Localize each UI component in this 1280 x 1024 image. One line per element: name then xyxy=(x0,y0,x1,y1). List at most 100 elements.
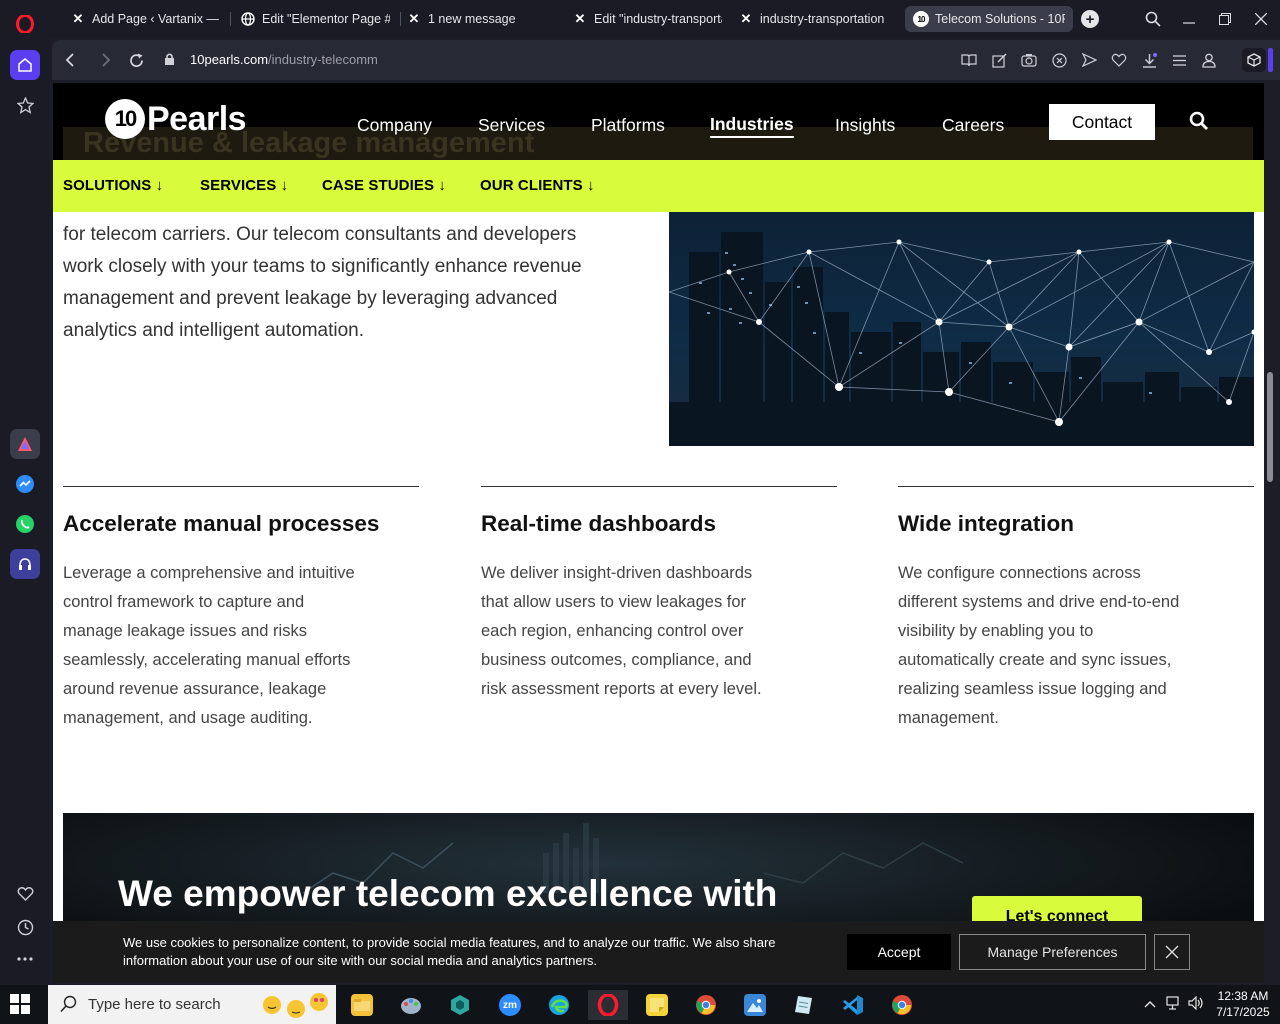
paint-icon[interactable] xyxy=(391,990,431,1020)
feature-line: management. xyxy=(898,709,999,727)
sticky-notes-icon[interactable] xyxy=(637,990,677,1020)
search-icon[interactable] xyxy=(1189,111,1211,133)
page-viewport: Revenue & leakage management 10 Pearls C… xyxy=(53,83,1264,983)
camera-snapshot-icon[interactable] xyxy=(1020,51,1038,69)
whatsapp-icon[interactable] xyxy=(10,509,40,539)
forward-icon[interactable] xyxy=(94,48,118,72)
subnav-solutions[interactable]: SOLUTIONS ↓ xyxy=(63,177,163,194)
feature-line: We deliver insight-driven dashboards xyxy=(481,564,753,582)
aria-icon[interactable] xyxy=(10,429,40,459)
url-field[interactable]: 10pearls.com/industry-telecomm xyxy=(190,52,378,67)
emoji-search-highlight-icon xyxy=(258,991,334,1024)
send-arrow-icon[interactable] xyxy=(1080,51,1098,69)
more-options-icon[interactable] xyxy=(10,944,40,974)
search-icon xyxy=(60,995,78,1018)
chevron-up-icon[interactable] xyxy=(1144,997,1156,1011)
taskbar-clock[interactable]: 12:38 AM 7/17/2025 xyxy=(1208,988,1278,1020)
lock-icon[interactable] xyxy=(164,52,175,71)
volume-icon[interactable] xyxy=(1188,995,1204,1013)
bookmark-heart-icon[interactable] xyxy=(1110,51,1128,69)
globe-icon xyxy=(240,11,256,27)
sub-navigation: SOLUTIONS ↓ SERVICES ↓ CASE STUDIES ↓ OU… xyxy=(53,160,1264,212)
10pearls-favicon: 10 xyxy=(913,11,929,27)
site-logo[interactable]: 10 Pearls xyxy=(105,99,247,139)
manage-preferences-button[interactable]: Manage Preferences xyxy=(959,934,1146,970)
notepad-icon[interactable] xyxy=(784,990,824,1020)
chrome-profile-icon[interactable] xyxy=(882,990,922,1020)
profile-icon[interactable] xyxy=(1200,51,1218,69)
feature-description: We deliver insight-driven dashboards tha… xyxy=(481,559,837,704)
zoom-icon[interactable]: zm xyxy=(490,990,530,1020)
feature-line: visibility by enabling you to xyxy=(898,622,1094,640)
feature-line: different systems and drive end-to-end xyxy=(898,593,1180,611)
feature-title: Accelerate manual processes xyxy=(63,511,380,536)
cookie-message: We use cookies to personalize content, t… xyxy=(123,935,776,968)
restore-icon[interactable] xyxy=(1207,4,1243,34)
page-scrollbar[interactable] xyxy=(1264,83,1280,983)
intro-line: analytics and intelligent automation. xyxy=(63,320,365,341)
tab-edit-elementor[interactable]: Edit "Elementor Page #10 xyxy=(232,6,398,32)
contact-button[interactable]: Contact xyxy=(1049,104,1155,140)
nav-platforms[interactable]: Platforms xyxy=(591,115,665,136)
reader-mode-icon[interactable] xyxy=(960,51,978,69)
downloads-icon[interactable] xyxy=(1140,51,1158,69)
feature-line: each region, enhancing control over xyxy=(481,622,744,640)
easy-setup-icon[interactable] xyxy=(1170,51,1188,69)
home-icon[interactable] xyxy=(10,50,40,80)
feature-line: Leverage a comprehensive and intuitive xyxy=(63,564,355,582)
scrollbar-thumb[interactable] xyxy=(1267,372,1273,482)
tab-add-page[interactable]: ✕ Add Page ‹ Vartanix — W xyxy=(62,6,228,32)
opera-taskbar-icon[interactable] xyxy=(588,990,628,1020)
subnav-case-studies[interactable]: CASE STUDIES ↓ xyxy=(322,177,446,194)
chrome-icon[interactable] xyxy=(686,990,726,1020)
nav-insights[interactable]: Insights xyxy=(835,115,895,136)
messenger-icon[interactable] xyxy=(10,469,40,499)
close-icon[interactable] xyxy=(1154,934,1190,970)
tab-new-message[interactable]: ✕ 1 new message xyxy=(398,6,564,32)
edge-icon[interactable] xyxy=(539,990,579,1020)
tab-edit-industry-transportation[interactable]: ✕ Edit "industry-transportat xyxy=(564,6,730,32)
tab-label: Edit "industry-transportat xyxy=(594,12,722,26)
ad-blocker-shield-icon[interactable] xyxy=(1050,51,1068,69)
feature-line: around revenue assurance, leakage xyxy=(63,680,327,698)
feature-real-time-dashboards: Real-time dashboards We deliver insight-… xyxy=(481,486,837,704)
reload-icon[interactable] xyxy=(124,48,148,72)
x-logo-icon: ✕ xyxy=(574,11,586,26)
file-explorer-icon[interactable] xyxy=(342,990,382,1020)
windows-start-icon[interactable] xyxy=(10,994,32,1016)
history-clock-icon[interactable] xyxy=(10,912,40,942)
nav-industries[interactable]: Industries xyxy=(710,114,794,138)
close-window-icon[interactable] xyxy=(1243,4,1279,34)
tab-search-icon[interactable] xyxy=(1135,4,1171,34)
new-tab-plus-icon[interactable]: + xyxy=(1081,10,1099,28)
star-icon[interactable] xyxy=(10,90,40,120)
intro-line: work closely with your teams to signific… xyxy=(63,256,582,277)
minimize-icon[interactable] xyxy=(1171,4,1207,34)
nav-careers[interactable]: Careers xyxy=(942,115,1004,136)
windows-taskbar: Type here to search zm 12:38 AM 7/17/202… xyxy=(0,985,1280,1024)
url-domain: 10pearls.com xyxy=(190,52,269,67)
back-icon[interactable] xyxy=(58,48,82,72)
subnav-services[interactable]: SERVICES ↓ xyxy=(200,177,288,194)
photos-icon[interactable] xyxy=(735,990,775,1020)
music-player-icon[interactable] xyxy=(10,549,40,579)
extensions-cube-icon[interactable] xyxy=(1242,48,1266,72)
accept-cookies-button[interactable]: Accept xyxy=(847,934,951,970)
nav-company[interactable]: Company xyxy=(357,115,432,136)
tab-telecom-solutions[interactable]: 10 Telecom Solutions - 10Pea xyxy=(905,6,1073,32)
tab-industry-transportation[interactable]: ✕ industry-transportation - xyxy=(730,6,896,32)
clock-time: 12:38 AM xyxy=(1217,989,1269,1003)
edit-page-icon[interactable] xyxy=(990,51,1008,69)
x-logo-icon: ✕ xyxy=(72,11,84,26)
subnav-our-clients[interactable]: OUR CLIENTS ↓ xyxy=(480,177,595,194)
heart-icon[interactable] xyxy=(10,879,40,909)
taskbar-search-box[interactable]: Type here to search xyxy=(48,985,336,1024)
opera-logo-icon[interactable] xyxy=(10,9,40,39)
clock-date: 7/17/2025 xyxy=(1216,1005,1270,1019)
nav-services[interactable]: Services xyxy=(478,115,545,136)
cookie-consent-bar: We use cookies to personalize content, t… xyxy=(53,921,1264,983)
network-icon[interactable] xyxy=(1166,996,1182,1013)
app-cube-icon[interactable] xyxy=(440,990,480,1020)
vscode-icon[interactable] xyxy=(833,990,873,1020)
feature-line: seamlessly, accelerating manual efforts xyxy=(63,651,351,669)
